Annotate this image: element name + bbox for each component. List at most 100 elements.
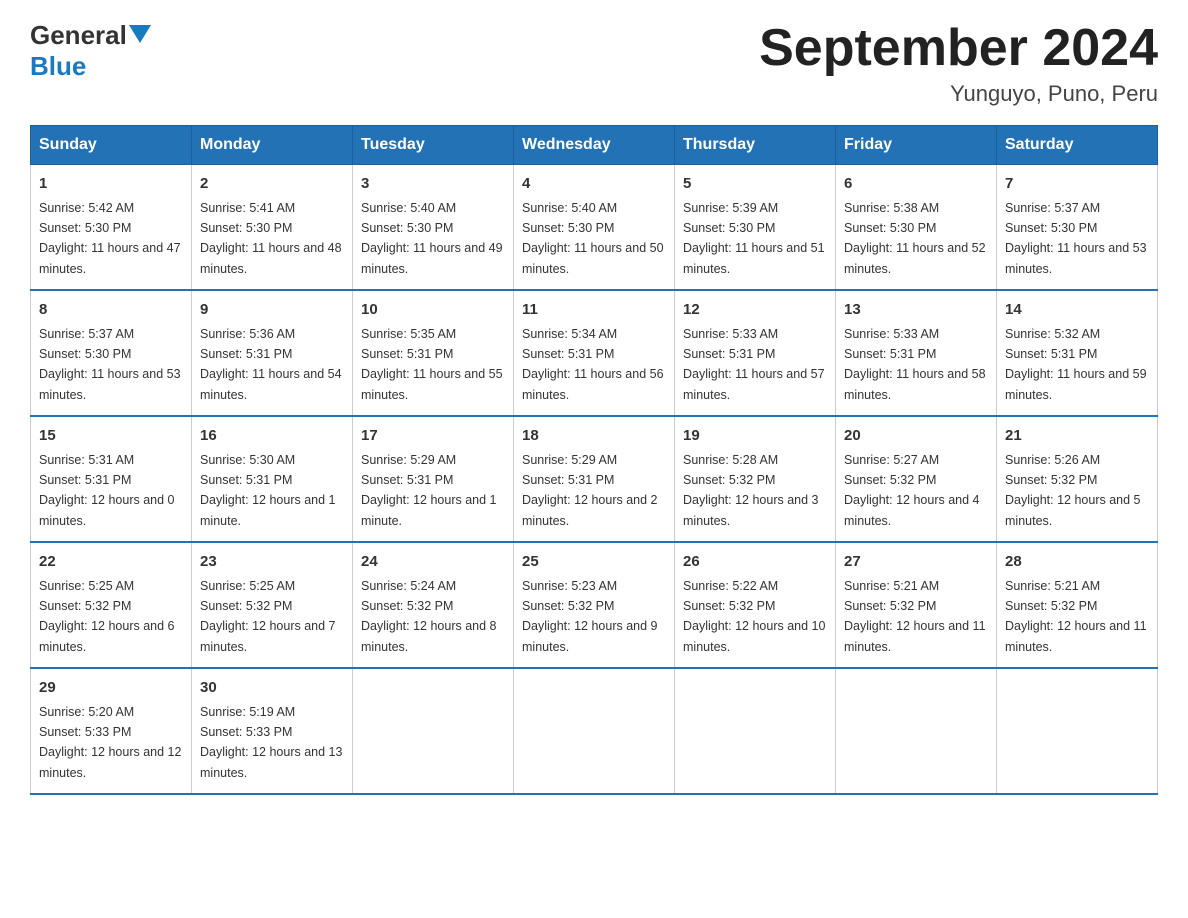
day-info: Sunrise: 5:33 AMSunset: 5:31 PMDaylight:…: [683, 327, 825, 402]
calendar-header-row: SundayMondayTuesdayWednesdayThursdayFrid…: [31, 126, 1158, 165]
header-saturday: Saturday: [997, 126, 1158, 165]
day-info: Sunrise: 5:20 AMSunset: 5:33 PMDaylight:…: [39, 705, 181, 780]
day-number: 29: [39, 677, 183, 700]
calendar-table: SundayMondayTuesdayWednesdayThursdayFrid…: [30, 125, 1158, 795]
day-info: Sunrise: 5:22 AMSunset: 5:32 PMDaylight:…: [683, 579, 825, 654]
logo-general-text: General: [30, 20, 127, 51]
day-number: 9: [200, 299, 344, 322]
day-info: Sunrise: 5:41 AMSunset: 5:30 PMDaylight:…: [200, 201, 342, 276]
calendar-cell: 21Sunrise: 5:26 AMSunset: 5:32 PMDayligh…: [997, 416, 1158, 542]
calendar-week-row: 1 Sunrise: 5:42 AMSunset: 5:30 PMDaylight…: [31, 165, 1158, 291]
calendar-cell: 20 Sunrise: 5:27 AMSunset: 5:32 PMDayligh…: [836, 416, 997, 542]
day-info: Sunrise: 5:38 AMSunset: 5:30 PMDaylight:…: [844, 201, 986, 276]
day-info: Sunrise: 5:26 AMSunset: 5:32 PMDaylight:…: [1005, 453, 1141, 528]
day-number: 18: [522, 425, 666, 448]
day-number: 23: [200, 551, 344, 574]
logo-blue-text: Blue: [30, 51, 86, 81]
day-number: 11: [522, 299, 666, 322]
calendar-week-row: 15Sunrise: 5:31 AMSunset: 5:31 PMDayligh…: [31, 416, 1158, 542]
day-number: 27: [844, 551, 988, 574]
page-header: General Blue September 2024 Yunguyo, Pun…: [30, 20, 1158, 107]
day-info: Sunrise: 5:40 AMSunset: 5:30 PMDaylight:…: [361, 201, 503, 276]
calendar-cell: 29 Sunrise: 5:20 AMSunset: 5:33 PMDayligh…: [31, 668, 192, 794]
day-info: Sunrise: 5:33 AMSunset: 5:31 PMDaylight:…: [844, 327, 986, 402]
day-info: Sunrise: 5:34 AMSunset: 5:31 PMDaylight:…: [522, 327, 664, 402]
header-monday: Monday: [192, 126, 353, 165]
calendar-cell: [514, 668, 675, 794]
calendar-cell: 25Sunrise: 5:23 AMSunset: 5:32 PMDayligh…: [514, 542, 675, 668]
calendar-cell: 16Sunrise: 5:30 AMSunset: 5:31 PMDayligh…: [192, 416, 353, 542]
calendar-cell: 8 Sunrise: 5:37 AMSunset: 5:30 PMDaylight…: [31, 290, 192, 416]
day-info: Sunrise: 5:19 AMSunset: 5:33 PMDaylight:…: [200, 705, 342, 780]
day-number: 2: [200, 173, 344, 196]
day-number: 14: [1005, 299, 1149, 322]
logo-triangle-icon: [129, 25, 151, 47]
day-info: Sunrise: 5:32 AMSunset: 5:31 PMDaylight:…: [1005, 327, 1147, 402]
calendar-cell: 5 Sunrise: 5:39 AMSunset: 5:30 PMDaylight…: [675, 165, 836, 291]
calendar-cell: 30 Sunrise: 5:19 AMSunset: 5:33 PMDayligh…: [192, 668, 353, 794]
day-number: 26: [683, 551, 827, 574]
calendar-cell: 22Sunrise: 5:25 AMSunset: 5:32 PMDayligh…: [31, 542, 192, 668]
calendar-cell: 13 Sunrise: 5:33 AMSunset: 5:31 PMDayligh…: [836, 290, 997, 416]
calendar-cell: 12Sunrise: 5:33 AMSunset: 5:31 PMDayligh…: [675, 290, 836, 416]
day-number: 30: [200, 677, 344, 700]
day-info: Sunrise: 5:29 AMSunset: 5:31 PMDaylight:…: [361, 453, 497, 528]
day-info: Sunrise: 5:39 AMSunset: 5:30 PMDaylight:…: [683, 201, 825, 276]
calendar-title: September 2024: [759, 20, 1158, 77]
day-info: Sunrise: 5:29 AMSunset: 5:31 PMDaylight:…: [522, 453, 658, 528]
logo: General Blue: [30, 20, 151, 82]
calendar-cell: 26 Sunrise: 5:22 AMSunset: 5:32 PMDayligh…: [675, 542, 836, 668]
calendar-cell: 3 Sunrise: 5:40 AMSunset: 5:30 PMDaylight…: [353, 165, 514, 291]
day-number: 6: [844, 173, 988, 196]
day-number: 10: [361, 299, 505, 322]
day-number: 28: [1005, 551, 1149, 574]
day-number: 25: [522, 551, 666, 574]
calendar-cell: 24 Sunrise: 5:24 AMSunset: 5:32 PMDayligh…: [353, 542, 514, 668]
calendar-week-row: 22Sunrise: 5:25 AMSunset: 5:32 PMDayligh…: [31, 542, 1158, 668]
day-info: Sunrise: 5:40 AMSunset: 5:30 PMDaylight:…: [522, 201, 664, 276]
day-info: Sunrise: 5:31 AMSunset: 5:31 PMDaylight:…: [39, 453, 175, 528]
calendar-cell: 28 Sunrise: 5:21 AMSunset: 5:32 PMDayligh…: [997, 542, 1158, 668]
day-number: 16: [200, 425, 344, 448]
day-info: Sunrise: 5:37 AMSunset: 5:30 PMDaylight:…: [39, 327, 181, 402]
calendar-week-row: 8 Sunrise: 5:37 AMSunset: 5:30 PMDaylight…: [31, 290, 1158, 416]
day-info: Sunrise: 5:42 AMSunset: 5:30 PMDaylight:…: [39, 201, 181, 276]
day-info: Sunrise: 5:21 AMSunset: 5:32 PMDaylight:…: [1005, 579, 1147, 654]
day-number: 3: [361, 173, 505, 196]
calendar-cell: 14 Sunrise: 5:32 AMSunset: 5:31 PMDayligh…: [997, 290, 1158, 416]
day-info: Sunrise: 5:24 AMSunset: 5:32 PMDaylight:…: [361, 579, 497, 654]
day-info: Sunrise: 5:25 AMSunset: 5:32 PMDaylight:…: [200, 579, 336, 654]
day-number: 7: [1005, 173, 1149, 196]
day-info: Sunrise: 5:21 AMSunset: 5:32 PMDaylight:…: [844, 579, 986, 654]
day-number: 8: [39, 299, 183, 322]
day-number: 24: [361, 551, 505, 574]
day-info: Sunrise: 5:27 AMSunset: 5:32 PMDaylight:…: [844, 453, 980, 528]
day-info: Sunrise: 5:35 AMSunset: 5:31 PMDaylight:…: [361, 327, 503, 402]
calendar-cell: 10 Sunrise: 5:35 AMSunset: 5:31 PMDayligh…: [353, 290, 514, 416]
calendar-cell: 17 Sunrise: 5:29 AMSunset: 5:31 PMDayligh…: [353, 416, 514, 542]
day-number: 5: [683, 173, 827, 196]
calendar-cell: 23 Sunrise: 5:25 AMSunset: 5:32 PMDayligh…: [192, 542, 353, 668]
calendar-cell: 27 Sunrise: 5:21 AMSunset: 5:32 PMDayligh…: [836, 542, 997, 668]
header-sunday: Sunday: [31, 126, 192, 165]
calendar-cell: 11 Sunrise: 5:34 AMSunset: 5:31 PMDayligh…: [514, 290, 675, 416]
day-info: Sunrise: 5:25 AMSunset: 5:32 PMDaylight:…: [39, 579, 175, 654]
calendar-cell: 19Sunrise: 5:28 AMSunset: 5:32 PMDayligh…: [675, 416, 836, 542]
calendar-cell: [836, 668, 997, 794]
calendar-cell: 15Sunrise: 5:31 AMSunset: 5:31 PMDayligh…: [31, 416, 192, 542]
day-number: 17: [361, 425, 505, 448]
day-number: 19: [683, 425, 827, 448]
day-number: 20: [844, 425, 988, 448]
calendar-cell: 1 Sunrise: 5:42 AMSunset: 5:30 PMDaylight…: [31, 165, 192, 291]
day-number: 1: [39, 173, 183, 196]
calendar-cell: 4 Sunrise: 5:40 AMSunset: 5:30 PMDaylight…: [514, 165, 675, 291]
header-wednesday: Wednesday: [514, 126, 675, 165]
day-number: 4: [522, 173, 666, 196]
calendar-cell: 9Sunrise: 5:36 AMSunset: 5:31 PMDaylight…: [192, 290, 353, 416]
header-tuesday: Tuesday: [353, 126, 514, 165]
calendar-cell: [675, 668, 836, 794]
header-friday: Friday: [836, 126, 997, 165]
day-number: 13: [844, 299, 988, 322]
calendar-subtitle: Yunguyo, Puno, Peru: [759, 81, 1158, 107]
calendar-cell: [997, 668, 1158, 794]
